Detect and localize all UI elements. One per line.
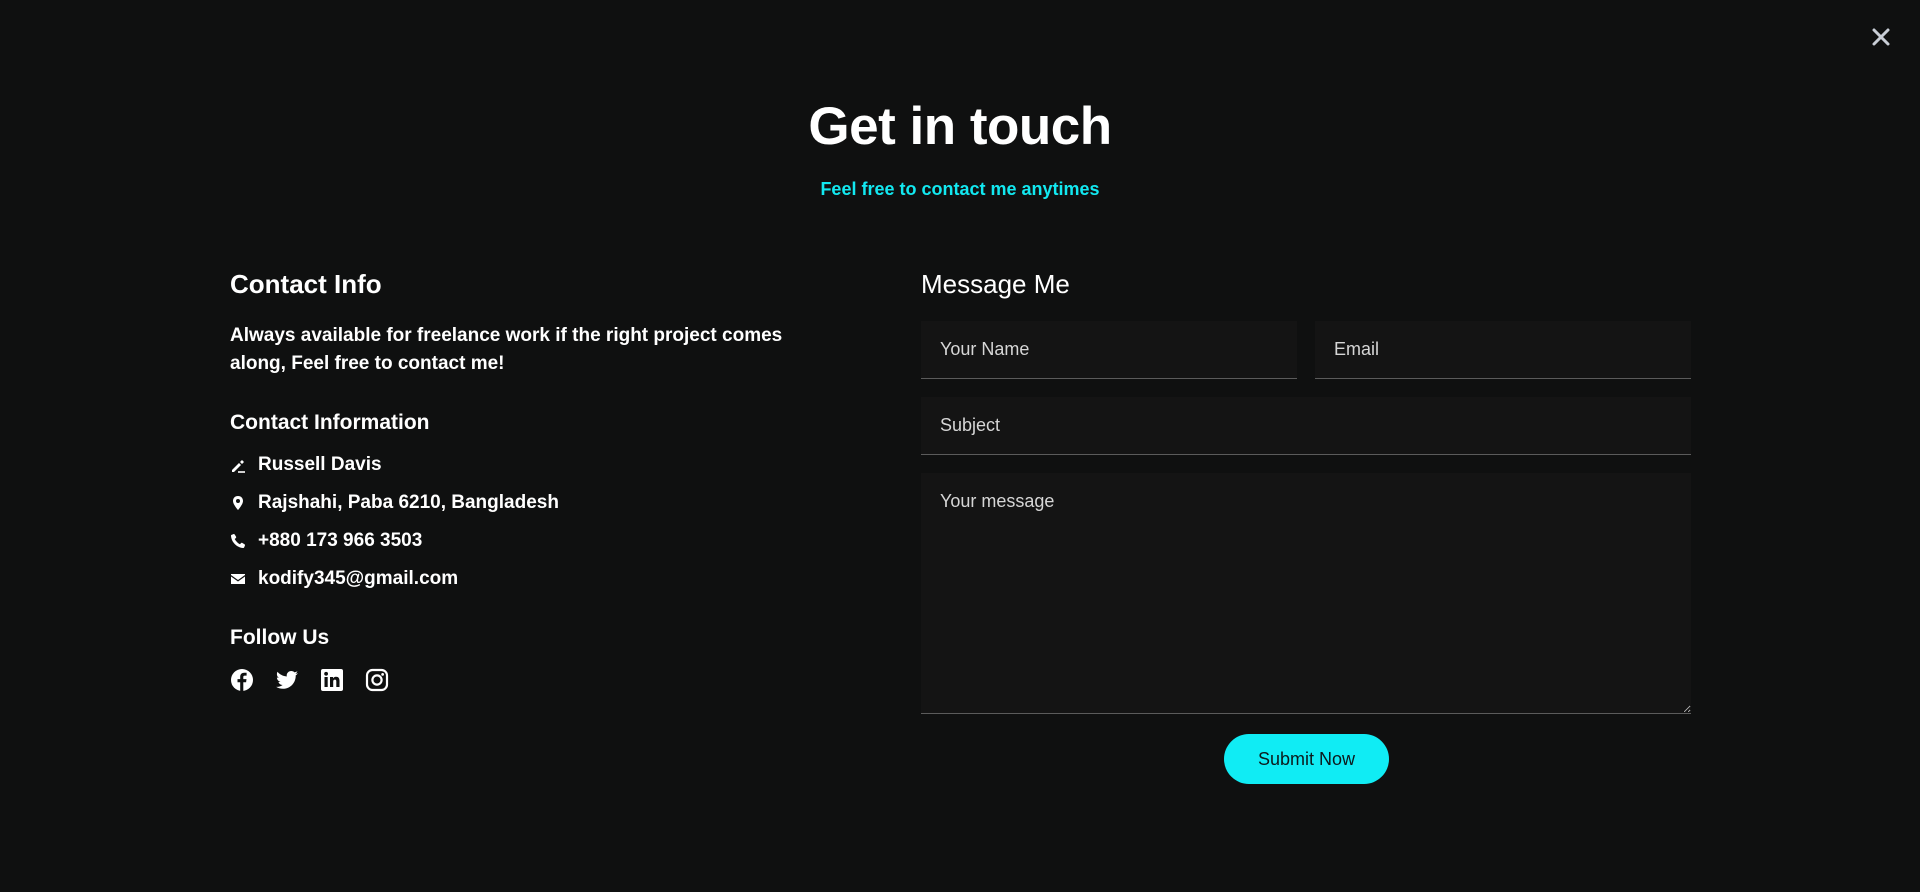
message-form-section: Message Me Submit Now <box>921 266 1691 784</box>
follow-us-heading: Follow Us <box>230 626 330 649</box>
instagram-link[interactable] <box>365 668 389 692</box>
contact-item-name: Russell Davis <box>230 446 559 484</box>
subject-input[interactable] <box>921 397 1691 455</box>
signature-icon <box>230 457 246 473</box>
contact-item-address: Rajshahi, Paba 6210, Bangladesh <box>230 484 559 522</box>
name-input[interactable] <box>921 321 1297 379</box>
instagram-icon <box>365 668 389 692</box>
social-links <box>230 668 389 692</box>
contact-phone-text: +880 173 966 3503 <box>258 530 423 551</box>
submit-button[interactable]: Submit Now <box>1224 734 1389 784</box>
linkedin-link[interactable] <box>320 668 344 692</box>
close-icon <box>1872 28 1890 46</box>
close-button[interactable] <box>1868 24 1894 50</box>
contact-info-list: Russell Davis Rajshahi, Paba 6210, Bangl… <box>230 446 559 598</box>
page-title: Get in touch <box>808 97 1112 156</box>
contact-intro-text: Always available for freelance work if t… <box>230 325 783 374</box>
envelope-icon <box>230 571 246 587</box>
email-input[interactable] <box>1315 321 1691 379</box>
contact-address-text: Rajshahi, Paba 6210, Bangladesh <box>258 492 559 513</box>
contact-info-section: Contact Info Always available for freela… <box>230 266 830 692</box>
message-me-heading: Message Me <box>921 269 1070 299</box>
facebook-link[interactable] <box>230 668 254 692</box>
phone-icon <box>230 533 246 549</box>
linkedin-icon <box>321 669 343 691</box>
contact-email-text: kodify345@gmail.com <box>258 568 459 589</box>
contact-item-email: kodify345@gmail.com <box>230 560 559 598</box>
contact-name-text: Russell Davis <box>258 454 382 475</box>
twitter-link[interactable] <box>275 668 299 692</box>
contact-item-phone: +880 173 966 3503 <box>230 522 559 560</box>
message-textarea[interactable] <box>921 473 1691 714</box>
twitter-icon <box>276 671 298 689</box>
contact-info-heading: Contact Info <box>230 269 382 299</box>
map-pin-icon <box>230 495 246 511</box>
page-subtitle: Feel free to contact me anytimes <box>820 179 1100 199</box>
facebook-icon <box>231 669 253 691</box>
contact-information-heading: Contact Information <box>230 411 430 434</box>
